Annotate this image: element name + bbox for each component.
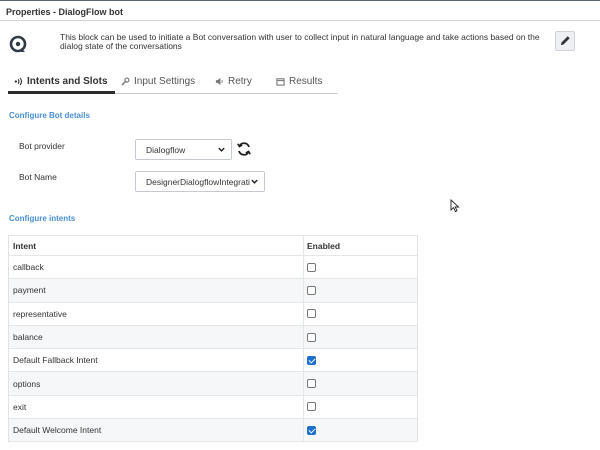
edit-button[interactable] xyxy=(555,31,575,51)
wrench-icon xyxy=(121,77,130,86)
column-header-intent: Intent xyxy=(13,240,37,251)
enabled-cell xyxy=(307,326,316,348)
intent-name: balance xyxy=(13,332,43,343)
title-bar: Properties - DialogFlow bot xyxy=(0,1,600,21)
tab-input-settings[interactable]: Input Settings xyxy=(121,70,195,93)
table-header-row: Intent Enabled xyxy=(9,236,417,256)
select-value: Dialogflow xyxy=(146,144,186,155)
chevron-down-icon xyxy=(217,145,226,156)
signal-icon xyxy=(14,77,23,86)
tab-retry[interactable]: Retry xyxy=(215,70,252,93)
enabled-cell xyxy=(307,396,316,418)
intents-table: Intent Enabled callback payment representa… xyxy=(8,235,418,443)
mouse-cursor-icon xyxy=(450,198,460,213)
enabled-checkbox[interactable] xyxy=(307,402,316,412)
table-row: options xyxy=(9,372,417,396)
intent-name: callback xyxy=(13,262,44,273)
refresh-icon[interactable] xyxy=(236,141,252,157)
table-row: callback xyxy=(9,256,417,280)
table-row: exit xyxy=(9,395,417,420)
enabled-checkbox[interactable] xyxy=(307,332,316,342)
table-row: Default Welcome Intent xyxy=(9,419,417,443)
table-row: payment xyxy=(9,279,417,303)
chevron-down-icon xyxy=(250,177,259,188)
intent-name: payment xyxy=(13,285,46,296)
table-body: callback payment representative balance Defa… xyxy=(9,256,417,443)
bot-name-select[interactable]: DesignerDialogflowIntegrati xyxy=(135,171,265,192)
tab-results[interactable]: Results xyxy=(276,70,322,93)
tab-label: Input Settings xyxy=(134,76,196,87)
bot-provider-label: Bot provider xyxy=(19,141,65,151)
section-title-bot-details: Configure Bot details xyxy=(9,111,90,120)
column-divider xyxy=(303,279,304,302)
enabled-cell xyxy=(307,419,316,441)
calendar-icon xyxy=(276,77,285,86)
intent-name: representative xyxy=(13,308,67,319)
tab-label: Retry xyxy=(228,76,252,87)
column-divider xyxy=(303,349,304,372)
table-row: representative xyxy=(9,302,417,326)
column-divider xyxy=(303,325,304,349)
column-divider xyxy=(303,372,304,395)
column-divider xyxy=(303,236,304,255)
enabled-cell xyxy=(307,349,316,371)
enabled-cell xyxy=(307,303,316,325)
tab-bar: Intents and Slots Input Settings Retry R… xyxy=(8,70,338,94)
column-divider xyxy=(303,256,304,279)
section-title-intents: Configure intents xyxy=(9,214,76,223)
column-divider xyxy=(303,419,304,442)
enabled-checkbox[interactable] xyxy=(307,262,316,272)
block-description: This block can be used to initiate a Bot… xyxy=(60,32,540,51)
enabled-checkbox[interactable] xyxy=(307,425,316,435)
intent-name: options xyxy=(13,378,41,389)
intent-name: Default Welcome Intent xyxy=(13,425,102,436)
panel-title: Properties - DialogFlow bot xyxy=(6,7,124,17)
bot-icon xyxy=(9,35,27,53)
tab-label: Results xyxy=(289,76,323,87)
enabled-cell xyxy=(307,279,316,301)
bot-name-label: Bot Name xyxy=(19,172,57,182)
enabled-checkbox[interactable] xyxy=(307,309,316,319)
select-value: DesignerDialogflowIntegrati xyxy=(146,176,250,187)
column-divider xyxy=(303,395,304,419)
active-tab-indicator xyxy=(8,91,115,94)
enabled-checkbox[interactable] xyxy=(307,285,316,295)
pencil-icon xyxy=(560,35,571,48)
speaker-icon xyxy=(215,77,224,86)
column-divider xyxy=(303,302,304,325)
table-row: balance xyxy=(9,325,417,350)
block-header: This block can be used to initiate a Bot… xyxy=(0,21,600,67)
enabled-cell xyxy=(307,256,316,278)
enabled-cell xyxy=(307,372,316,394)
bot-provider-select[interactable]: Dialogflow xyxy=(135,139,232,160)
enabled-checkbox[interactable] xyxy=(307,355,316,365)
table-row: Default Fallback Intent xyxy=(9,349,417,373)
tab-label: Intents and Slots xyxy=(27,76,108,87)
intent-name: exit xyxy=(13,401,27,412)
tab-intents-and-slots[interactable]: Intents and Slots xyxy=(14,70,108,93)
intent-name: Default Fallback Intent xyxy=(13,355,98,366)
column-header-enabled: Enabled xyxy=(307,240,341,251)
enabled-checkbox[interactable] xyxy=(307,379,316,389)
